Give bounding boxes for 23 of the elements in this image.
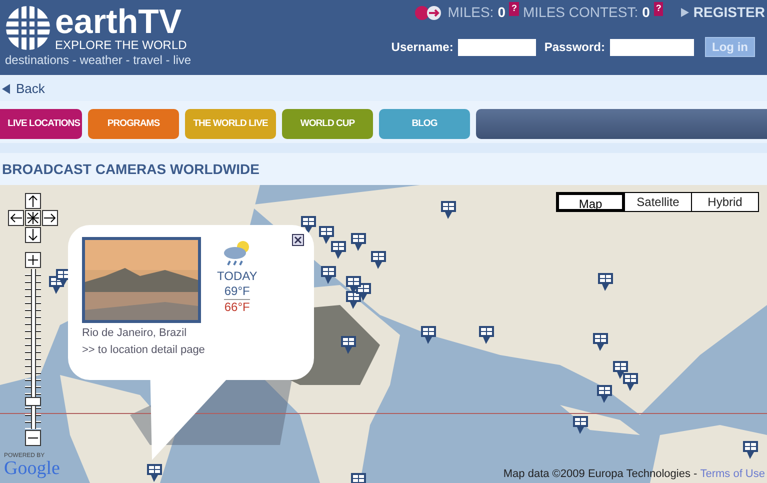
back-link[interactable]: Back (16, 78, 45, 98)
nav-tab[interactable]: PROGRAMS (88, 109, 179, 139)
nav-tab[interactable]: LIVE LOCATIONS (0, 109, 82, 139)
contest-value: 0 (642, 3, 650, 22)
logo-text: earthTV (55, 5, 182, 39)
miles-label: MILES: (448, 3, 494, 22)
subline: destinations - weather - travel - live (5, 52, 192, 69)
password-field[interactable] (610, 38, 694, 56)
username-field[interactable] (458, 38, 536, 56)
contest-label: MILES CONTEST: (522, 3, 638, 22)
section-heading: BROADCAST CAMERAS WORLDWIDE (2, 160, 260, 178)
register-link[interactable]: REGISTER (693, 2, 765, 23)
help-badge[interactable]: ? (654, 2, 664, 16)
play-icon (681, 8, 690, 17)
help-badge[interactable]: ? (509, 2, 519, 16)
miles-icon (414, 4, 444, 20)
username-label: Username: (391, 39, 454, 56)
tagline: EXPLORE THE WORLD (55, 39, 187, 51)
password-label: Password: (544, 39, 605, 56)
nav-tab[interactable]: WORLD CUP (282, 109, 373, 139)
back-arrow-icon (2, 84, 10, 94)
miles-value: 0 (498, 3, 506, 22)
globe-logo-icon (5, 5, 51, 51)
